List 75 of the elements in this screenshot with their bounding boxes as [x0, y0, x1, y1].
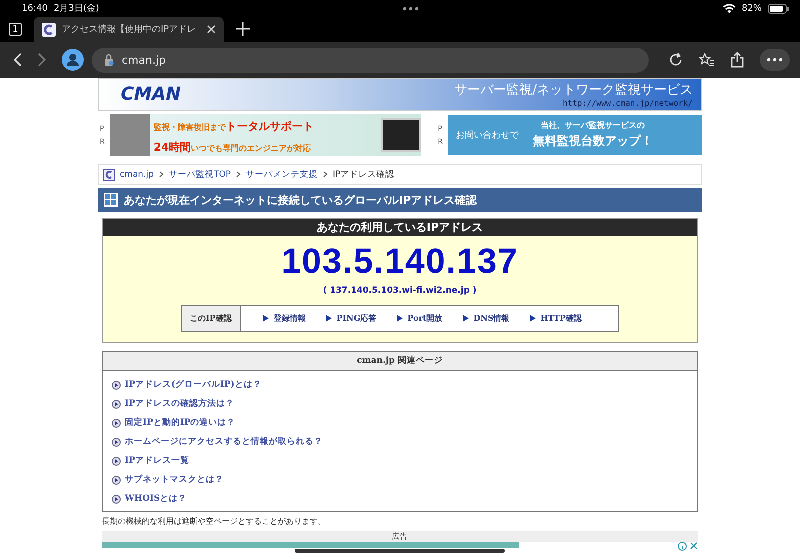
logo: CMAN [121, 84, 182, 105]
close-icon[interactable] [207, 25, 216, 34]
related-link[interactable]: IPアドレス一覧 [112, 455, 190, 467]
battery-icon [768, 4, 790, 14]
ad-text: お問い合わせで [456, 130, 519, 142]
grid-icon [104, 193, 118, 207]
camera-photo-placeholder [110, 114, 150, 156]
check-link[interactable]: DNS情報 [462, 313, 510, 324]
reload-icon[interactable] [669, 53, 683, 67]
tab-count-button[interactable]: 1 [9, 23, 22, 36]
triangle-icon [262, 315, 269, 322]
chevron-icon [236, 171, 242, 178]
ad-headline: 24時間 [154, 141, 192, 154]
ip-address: 103.5.140.137 [282, 242, 518, 282]
circle-arrow-icon [112, 380, 121, 390]
chevron-icon [323, 171, 328, 178]
info-icon[interactable] [678, 542, 687, 551]
site-favicon-icon [103, 168, 115, 180]
circle-arrow-icon [112, 494, 121, 504]
page-title-bar: あなたが現在インターネットに接続しているグローバルIPアドレス確認 [98, 188, 702, 212]
circle-arrow-icon [112, 418, 121, 428]
address-field[interactable]: cman.jp [92, 48, 649, 72]
new-tab-icon[interactable] [236, 22, 250, 36]
check-label: このIP確認 [182, 306, 241, 331]
wifi-icon [722, 4, 736, 14]
browser-tab[interactable]: アクセス情報【使用中のIPアドレ [34, 17, 224, 42]
breadcrumb-link[interactable]: サーバ監視TOP [169, 168, 232, 180]
check-link[interactable]: PING応答 [326, 313, 377, 324]
triangle-icon [326, 315, 332, 322]
banner-title: サーバー監視/ネットワーク監視サービス [454, 82, 693, 99]
circle-arrow-icon [112, 476, 121, 484]
status-date: 2月3日(金) [54, 2, 100, 15]
monitor-photo-placeholder [380, 118, 421, 152]
ad-headline: 無料監視台数アップ！ [533, 133, 653, 150]
breadcrumb-current: IPアドレス確認 [333, 168, 395, 180]
circle-arrow-icon [112, 438, 121, 446]
check-link[interactable]: Port開放 [396, 313, 443, 324]
ad-headline: トータルサポート [226, 120, 314, 133]
favorites-star-icon[interactable] [699, 53, 715, 67]
triangle-icon [530, 315, 536, 322]
profile-avatar-icon[interactable] [62, 49, 84, 71]
breadcrumb-link[interactable]: サーバメンテ支援 [246, 168, 318, 180]
triangle-icon [396, 315, 403, 322]
chevron-icon [159, 171, 164, 178]
notice-text: 長期の機械的な利用は遮断や空ページとすることがあります。 [102, 516, 327, 527]
battery-percent: 82% [742, 4, 762, 14]
forward-icon[interactable] [38, 53, 46, 67]
related-link[interactable]: WHOISとは？ [112, 493, 188, 505]
ip-panel-heading: あなたの利用しているIPアドレス [103, 219, 697, 236]
circle-arrow-icon [112, 456, 121, 466]
more-dots-icon [403, 6, 420, 10]
ad-banner[interactable]: 監視・障害復旧まで トータルサポート 24時間いつでも専門のエンジニアが対応 [110, 114, 421, 156]
related-link[interactable]: IPアドレス(グローバルIP)とは？ [112, 379, 262, 391]
ad-text: 当社、サーバ監視サービスの [541, 120, 645, 131]
banner-url: http://www.cman.jp/network/ [562, 99, 693, 108]
site-favicon-icon [42, 22, 56, 36]
circle-arrow-icon [112, 400, 121, 408]
triangle-icon [462, 315, 469, 322]
ad-text: いつでも専門のエンジニアが対応 [191, 144, 312, 153]
check-link[interactable]: HTTP確認 [530, 313, 582, 324]
hostname: ( 137.140.5.103.wi-fi.wi2.ne.jp ) [323, 286, 477, 296]
header-banner[interactable]: CMAN サーバー監視/ネットワーク監視サービス http://www.cman.jp/network/ [98, 78, 702, 111]
check-link[interactable]: 登録情報 [262, 313, 306, 324]
back-icon[interactable] [14, 53, 22, 67]
related-link[interactable]: IPアドレスの確認方法は？ [112, 398, 234, 410]
breadcrumb-link[interactable]: cman.jp [120, 170, 154, 180]
related-heading: cman.jp 関連ページ [103, 352, 697, 371]
lock-icon [104, 54, 114, 66]
ad-text: 監視・障害復旧まで [154, 123, 226, 132]
related-link[interactable]: 固定IPと動的IPの違いは？ [112, 417, 236, 429]
related-link[interactable]: ホームページにアクセスすると情報が取られる？ [112, 436, 323, 448]
status-time: 16:40 [22, 4, 48, 14]
related-link[interactable]: サブネットマスクとは？ [112, 474, 224, 486]
more-menu-icon[interactable] [760, 49, 790, 71]
share-icon[interactable] [731, 52, 744, 68]
